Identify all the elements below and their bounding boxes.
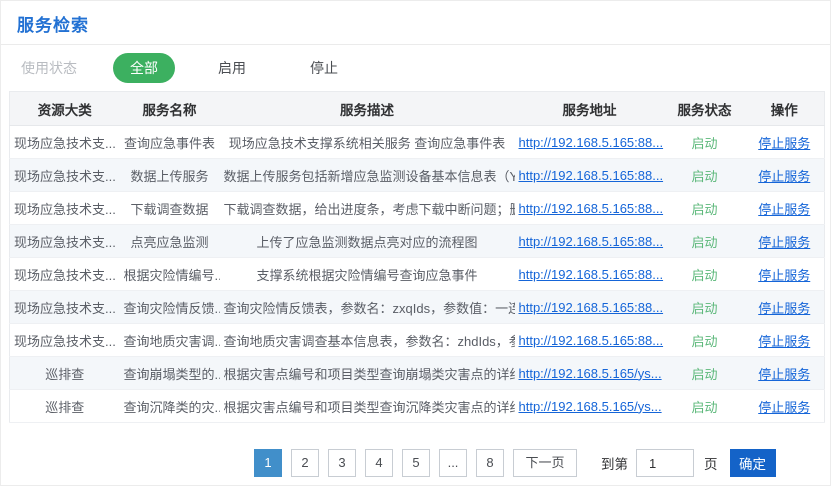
description-cell: 下载调查数据，给出进度条，考虑下载中断问题；删... bbox=[220, 192, 515, 225]
page-ellipsis-button[interactable]: ... bbox=[439, 449, 467, 477]
description-cell: 根据灾害点编号和项目类型查询沉降类灾害点的详细... bbox=[220, 390, 515, 423]
category-cell: 现场应急技术支... bbox=[10, 225, 120, 258]
services-table: 资源大类 服务名称 服务描述 服务地址 服务状态 操作 现场应急技术支... 查… bbox=[9, 91, 825, 423]
table-row: 现场应急技术支... 根据灾险情编号... 支撑系统根据灾险情编号查询应急事件 … bbox=[10, 258, 825, 291]
category-cell: 现场应急技术支... bbox=[10, 192, 120, 225]
category-cell: 现场应急技术支... bbox=[10, 324, 120, 357]
column-header-category: 资源大类 bbox=[10, 92, 120, 126]
column-header-status: 服务状态 bbox=[665, 92, 745, 126]
page-unit-label: 页 bbox=[704, 453, 718, 473]
stop-service-link[interactable]: 停止服务 bbox=[758, 334, 810, 349]
description-cell: 现场应急技术支撑系统相关服务 查询应急事件表 bbox=[220, 126, 515, 159]
column-header-url: 服务地址 bbox=[515, 92, 665, 126]
category-cell: 现场应急技术支... bbox=[10, 126, 120, 159]
category-cell: 现场应急技术支... bbox=[10, 291, 120, 324]
description-cell: 数据上传服务包括新增应急监测设备基本信息表（YJB... bbox=[220, 159, 515, 192]
filter-option-enabled[interactable]: 启用 bbox=[201, 53, 263, 83]
filter-bar: 使用状态 全部 启用 停止 bbox=[1, 45, 830, 91]
stop-service-link[interactable]: 停止服务 bbox=[758, 136, 810, 151]
status-badge: 启动 bbox=[691, 235, 717, 250]
service-url-link[interactable]: http://192.168.5.165/ys... bbox=[519, 399, 662, 414]
stop-service-link[interactable]: 停止服务 bbox=[758, 400, 810, 415]
category-cell: 现场应急技术支... bbox=[10, 258, 120, 291]
stop-service-link[interactable]: 停止服务 bbox=[758, 202, 810, 217]
service-name-cell: 查询沉降类的灾... bbox=[120, 390, 220, 423]
stop-service-link[interactable]: 停止服务 bbox=[758, 301, 810, 316]
page-number-input[interactable] bbox=[636, 449, 694, 477]
service-name-cell: 下载调查数据 bbox=[120, 192, 220, 225]
category-cell: 现场应急技术支... bbox=[10, 159, 120, 192]
service-name-cell: 根据灾险情编号... bbox=[120, 258, 220, 291]
column-header-name: 服务名称 bbox=[120, 92, 220, 126]
filter-label-usage-status: 使用状态 bbox=[21, 58, 77, 78]
service-url-link[interactable]: http://192.168.5.165:88... bbox=[519, 135, 664, 150]
page-button-1[interactable]: 1 bbox=[254, 449, 282, 477]
page-title: 服务检索 bbox=[17, 16, 89, 35]
table-header-row: 资源大类 服务名称 服务描述 服务地址 服务状态 操作 bbox=[10, 92, 825, 126]
service-name-cell: 查询地质灾害调... bbox=[120, 324, 220, 357]
table-row: 现场应急技术支... 数据上传服务 数据上传服务包括新增应急监测设备基本信息表（… bbox=[10, 159, 825, 192]
service-url-link[interactable]: http://192.168.5.165:88... bbox=[519, 333, 664, 348]
table-row: 现场应急技术支... 查询灾险情反馈... 查询灾险情反馈表，参数名：zxqId… bbox=[10, 291, 825, 324]
service-url-link[interactable]: http://192.168.5.165/ys... bbox=[519, 366, 662, 381]
service-name-cell: 数据上传服务 bbox=[120, 159, 220, 192]
status-badge: 启动 bbox=[691, 136, 717, 151]
confirm-button[interactable]: 确定 bbox=[730, 449, 776, 477]
service-url-link[interactable]: http://192.168.5.165:88... bbox=[519, 300, 664, 315]
status-badge: 启动 bbox=[691, 202, 717, 217]
category-cell: 巡排查 bbox=[10, 390, 120, 423]
description-cell: 根据灾害点编号和项目类型查询崩塌类灾害点的详细... bbox=[220, 357, 515, 390]
service-url-link[interactable]: http://192.168.5.165:88... bbox=[519, 234, 664, 249]
description-cell: 上传了应急监测数据点亮对应的流程图 bbox=[220, 225, 515, 258]
service-name-cell: 点亮应急监测 bbox=[120, 225, 220, 258]
table-row: 现场应急技术支... 查询应急事件表 现场应急技术支撑系统相关服务 查询应急事件… bbox=[10, 126, 825, 159]
page-button-2[interactable]: 2 bbox=[291, 449, 319, 477]
service-name-cell: 查询灾险情反馈... bbox=[120, 291, 220, 324]
service-name-cell: 查询应急事件表 bbox=[120, 126, 220, 159]
stop-service-link[interactable]: 停止服务 bbox=[758, 235, 810, 250]
filter-option-stopped[interactable]: 停止 bbox=[293, 53, 355, 83]
stop-service-link[interactable]: 停止服务 bbox=[758, 268, 810, 283]
service-name-cell: 查询崩塌类型的... bbox=[120, 357, 220, 390]
column-header-action: 操作 bbox=[745, 92, 825, 126]
table-row: 现场应急技术支... 点亮应急监测 上传了应急监测数据点亮对应的流程图 http… bbox=[10, 225, 825, 258]
status-badge: 启动 bbox=[691, 334, 717, 349]
goto-page-label: 到第 bbox=[601, 453, 628, 473]
table-row: 现场应急技术支... 下载调查数据 下载调查数据，给出进度条，考虑下载中断问题；… bbox=[10, 192, 825, 225]
page-button-5[interactable]: 5 bbox=[402, 449, 430, 477]
description-cell: 支撑系统根据灾险情编号查询应急事件 bbox=[220, 258, 515, 291]
table-row: 现场应急技术支... 查询地质灾害调... 查询地质灾害调查基本信息表，参数名：… bbox=[10, 324, 825, 357]
service-url-link[interactable]: http://192.168.5.165:88... bbox=[519, 168, 664, 183]
description-cell: 查询灾险情反馈表，参数名：zxqIds，参数值：一连... bbox=[220, 291, 515, 324]
stop-service-link[interactable]: 停止服务 bbox=[758, 367, 810, 382]
page-button-3[interactable]: 3 bbox=[328, 449, 356, 477]
table-row: 巡排查 查询崩塌类型的... 根据灾害点编号和项目类型查询崩塌类灾害点的详细..… bbox=[10, 357, 825, 390]
service-url-link[interactable]: http://192.168.5.165:88... bbox=[519, 267, 664, 282]
next-page-button[interactable]: 下一页 bbox=[513, 449, 577, 477]
service-search-page: 服务检索 使用状态 全部 启用 停止 资源大类 服务名称 服务描述 服务地址 服… bbox=[0, 0, 831, 486]
status-badge: 启动 bbox=[691, 301, 717, 316]
status-badge: 启动 bbox=[691, 169, 717, 184]
column-header-description: 服务描述 bbox=[220, 92, 515, 126]
pagination: 1 2 3 4 5 ... 8 下一页 到第 页 确定 bbox=[254, 449, 776, 477]
description-cell: 查询地质灾害调查基本信息表，参数名：zhdIds，参... bbox=[220, 324, 515, 357]
table-row: 巡排查 查询沉降类的灾... 根据灾害点编号和项目类型查询沉降类灾害点的详细..… bbox=[10, 390, 825, 423]
page-button-8[interactable]: 8 bbox=[476, 449, 504, 477]
status-badge: 启动 bbox=[691, 367, 717, 382]
category-cell: 巡排查 bbox=[10, 357, 120, 390]
service-url-link[interactable]: http://192.168.5.165:88... bbox=[519, 201, 664, 216]
status-badge: 启动 bbox=[691, 400, 717, 415]
page-button-4[interactable]: 4 bbox=[365, 449, 393, 477]
status-badge: 启动 bbox=[691, 268, 717, 283]
filter-option-all[interactable]: 全部 bbox=[113, 53, 175, 83]
stop-service-link[interactable]: 停止服务 bbox=[758, 169, 810, 184]
page-header: 服务检索 bbox=[1, 1, 830, 44]
